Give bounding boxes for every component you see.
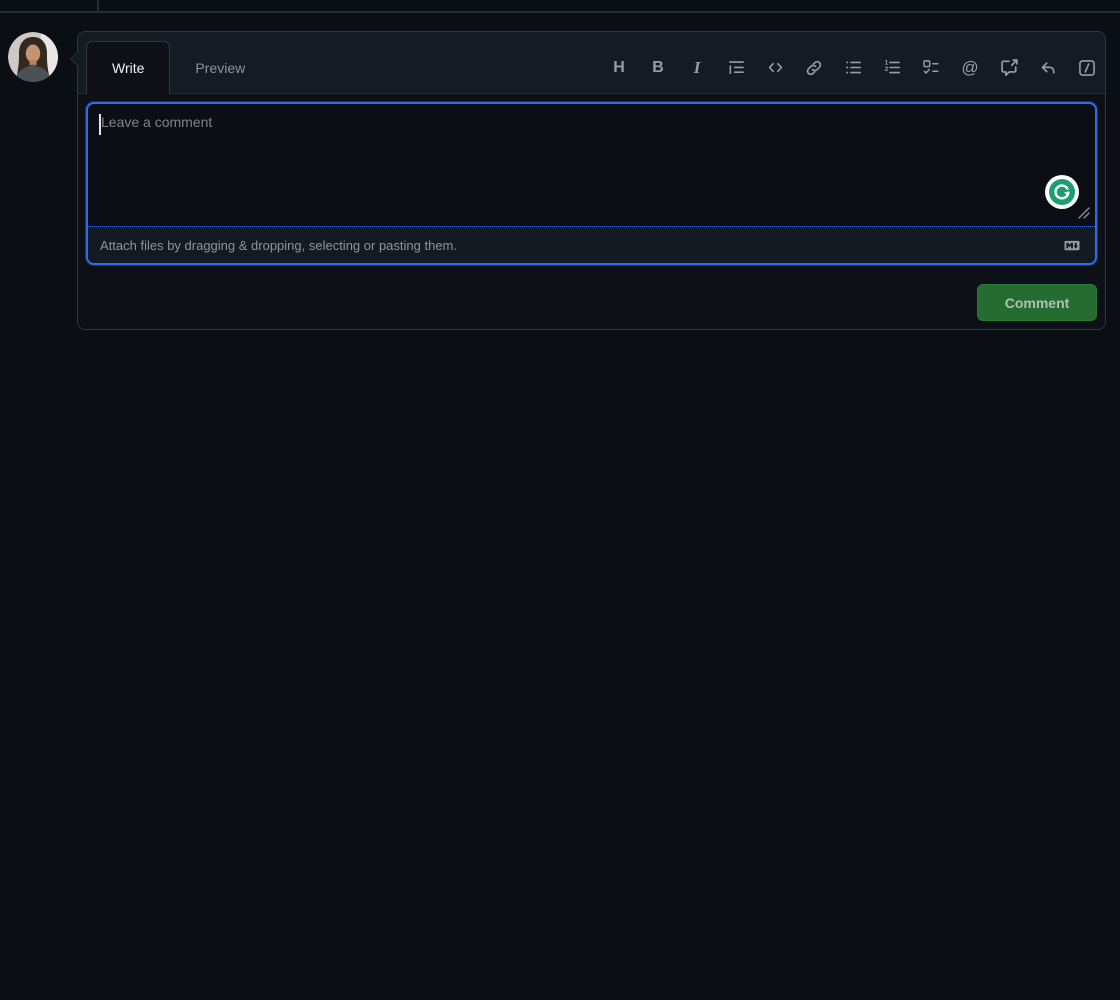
comment-form-card: Write Preview H B I: [77, 31, 1106, 330]
code-icon[interactable]: [765, 57, 785, 79]
timeline-horizontal-divider: [0, 11, 1120, 13]
comment-editor: Attach files by dragging & dropping, sel…: [86, 102, 1097, 265]
comment-editor-area: [88, 104, 1095, 226]
task-list-icon[interactable]: [921, 57, 941, 79]
numbered-list-icon[interactable]: 1 2: [882, 57, 902, 79]
grammarly-icon[interactable]: [1045, 175, 1079, 209]
comment-textarea[interactable]: [88, 104, 1095, 226]
attach-files-bar[interactable]: Attach files by dragging & dropping, sel…: [88, 226, 1095, 263]
mention-icon[interactable]: @: [960, 57, 980, 79]
comment-form-body: Attach files by dragging & dropping, sel…: [78, 94, 1105, 341]
timeline-vertical-line: [97, 0, 99, 11]
bold-icon[interactable]: B: [648, 57, 668, 79]
svg-text:2: 2: [884, 66, 888, 73]
slash-commands-icon[interactable]: [1077, 57, 1097, 79]
attach-files-hint: Attach files by dragging & dropping, sel…: [100, 238, 457, 253]
text-cursor: [99, 114, 101, 135]
markdown-icon[interactable]: [1061, 238, 1083, 253]
form-actions: Comment: [86, 284, 1097, 333]
write-preview-tabs: Write Preview: [86, 32, 270, 94]
saved-replies-icon[interactable]: [1038, 57, 1058, 79]
quote-icon[interactable]: [726, 57, 746, 79]
tab-preview[interactable]: Preview: [170, 41, 270, 94]
speech-caret-fill: [63, 51, 79, 67]
unordered-list-icon[interactable]: [843, 57, 863, 79]
cross-reference-icon[interactable]: [999, 57, 1019, 79]
resize-handle-icon[interactable]: [1077, 206, 1091, 220]
tab-write[interactable]: Write: [86, 41, 170, 94]
comment-button[interactable]: Comment: [977, 284, 1097, 321]
heading-icon[interactable]: H: [609, 57, 629, 79]
link-icon[interactable]: [804, 57, 824, 79]
comment-tabs-header: Write Preview H B I: [78, 32, 1105, 94]
avatar[interactable]: [8, 32, 58, 82]
italic-icon[interactable]: I: [687, 57, 707, 79]
markdown-toolbar: H B I: [609, 37, 1097, 98]
